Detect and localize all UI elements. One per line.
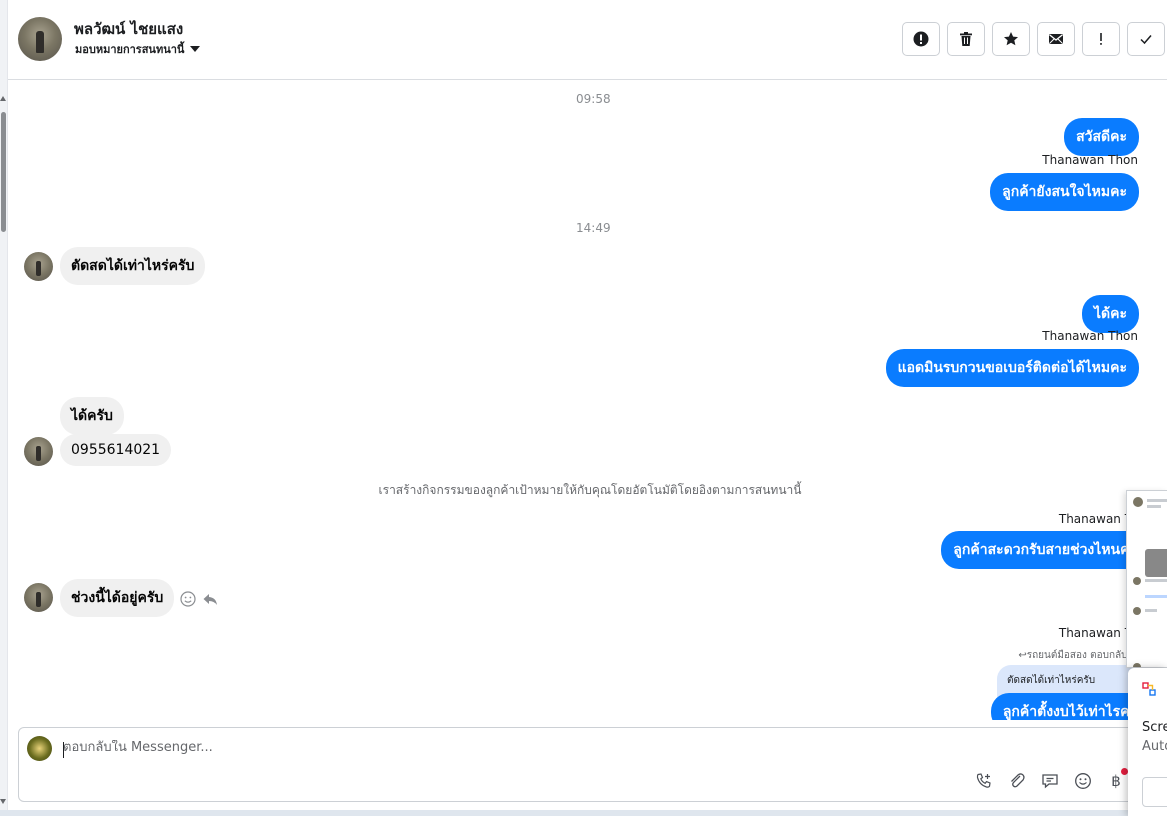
star-button[interactable] — [992, 22, 1030, 56]
outgoing-message[interactable]: แอดมินรบกวนขอเบอร์ติดต่อได้ไหมคะ — [885, 349, 1139, 387]
chat-preview-popup[interactable] — [1126, 490, 1167, 668]
incoming-message[interactable]: ตัดสดได้เท่าไหร่ครับ — [60, 247, 206, 285]
sender-name: Thanawan Thon — [1042, 153, 1138, 167]
system-message: เราสร้างกิจกรรมของลูกค้าเป้าหมายให้กับคุ… — [378, 483, 802, 497]
sender-name: Thanawan Thon — [1042, 329, 1138, 343]
saved-reply-icon[interactable] — [1040, 771, 1060, 791]
emoji-react-icon[interactable] — [180, 591, 196, 607]
message-composer: ฿ — [18, 727, 1167, 802]
caret-down-icon — [190, 46, 201, 52]
emoji-icon[interactable] — [1073, 771, 1093, 791]
call-add-icon[interactable] — [974, 771, 994, 791]
outgoing-message[interactable]: ลูกค้ายังสนใจไหมคะ — [990, 173, 1139, 211]
outgoing-message[interactable]: ลูกค้าตั้งงบไว้เท่าไรคะ — [990, 693, 1149, 720]
incoming-message[interactable]: ช่วงนี้ได้อยู่ครับ — [60, 579, 175, 617]
star-icon — [1004, 32, 1018, 46]
alert-circle-icon — [913, 31, 929, 47]
window-bottom-edge — [0, 810, 1167, 816]
contact-name[interactable]: พลวัฒน์ ไชยแสง — [74, 17, 183, 41]
mark-unread-button[interactable] — [1037, 22, 1075, 56]
delete-button[interactable] — [947, 22, 985, 56]
conversation-header: พลวัฒน์ ไชยแสง มอบหมายการสนทนานี้ — [8, 0, 1167, 80]
incoming-message[interactable]: 0955614021 — [60, 434, 172, 466]
message-actions — [180, 591, 218, 607]
incoming-message[interactable]: ได้ครับ — [60, 397, 124, 435]
scrollbar-thumb[interactable] — [1, 112, 6, 232]
reply-icon[interactable] — [202, 591, 218, 607]
notification-button[interactable] — [1142, 777, 1167, 807]
follow-up-button[interactable] — [1082, 22, 1120, 56]
check-icon — [1140, 35, 1152, 45]
assign-label: มอบหมายการสนทนานี้ — [75, 43, 185, 56]
page-avatar — [27, 736, 52, 761]
reply-arrow-icon: ↩ — [1018, 650, 1027, 661]
contact-avatar-small[interactable] — [24, 437, 53, 466]
timestamp: 09:58 — [576, 92, 611, 106]
reply-input[interactable] — [63, 740, 963, 755]
left-scrollbar[interactable] — [0, 0, 8, 816]
assign-conversation-dropdown[interactable]: มอบหมายการสนทนานี้ — [75, 40, 201, 58]
contact-avatar-small[interactable] — [24, 583, 53, 612]
screen-notification[interactable]: Scre Auto — [1128, 668, 1167, 816]
message-list[interactable]: 09:58 สวัสดีคะ Thanawan Thon ลูกค้ายังสน… — [8, 80, 1167, 720]
envelope-icon — [1049, 34, 1063, 44]
composer-tools: ฿ — [974, 771, 1126, 791]
notification-subtitle: Auto — [1142, 739, 1167, 754]
spam-alert-button[interactable] — [902, 22, 940, 56]
exclamation-icon — [1100, 33, 1102, 45]
paperclip-icon[interactable] — [1007, 771, 1027, 791]
outgoing-message[interactable]: ได้คะ — [1081, 295, 1139, 333]
outgoing-message[interactable]: สวัสดีคะ — [1064, 118, 1139, 156]
outgoing-message[interactable]: ลูกค้าสะดวกรับสายช่วงไหนคะ — [941, 531, 1149, 569]
notification-dot — [1121, 768, 1128, 775]
timestamp: 14:49 — [576, 221, 611, 235]
contact-avatar[interactable] — [18, 17, 62, 61]
contact-avatar-small[interactable] — [24, 252, 53, 281]
scroll-down-arrow[interactable] — [0, 799, 6, 804]
conversation-toolbar — [902, 22, 1165, 56]
mark-done-button[interactable] — [1127, 22, 1165, 56]
notification-title: Scre — [1142, 720, 1167, 735]
scroll-up-arrow[interactable] — [0, 96, 6, 101]
trash-icon — [960, 32, 972, 46]
app-logo-icon — [1142, 682, 1156, 696]
